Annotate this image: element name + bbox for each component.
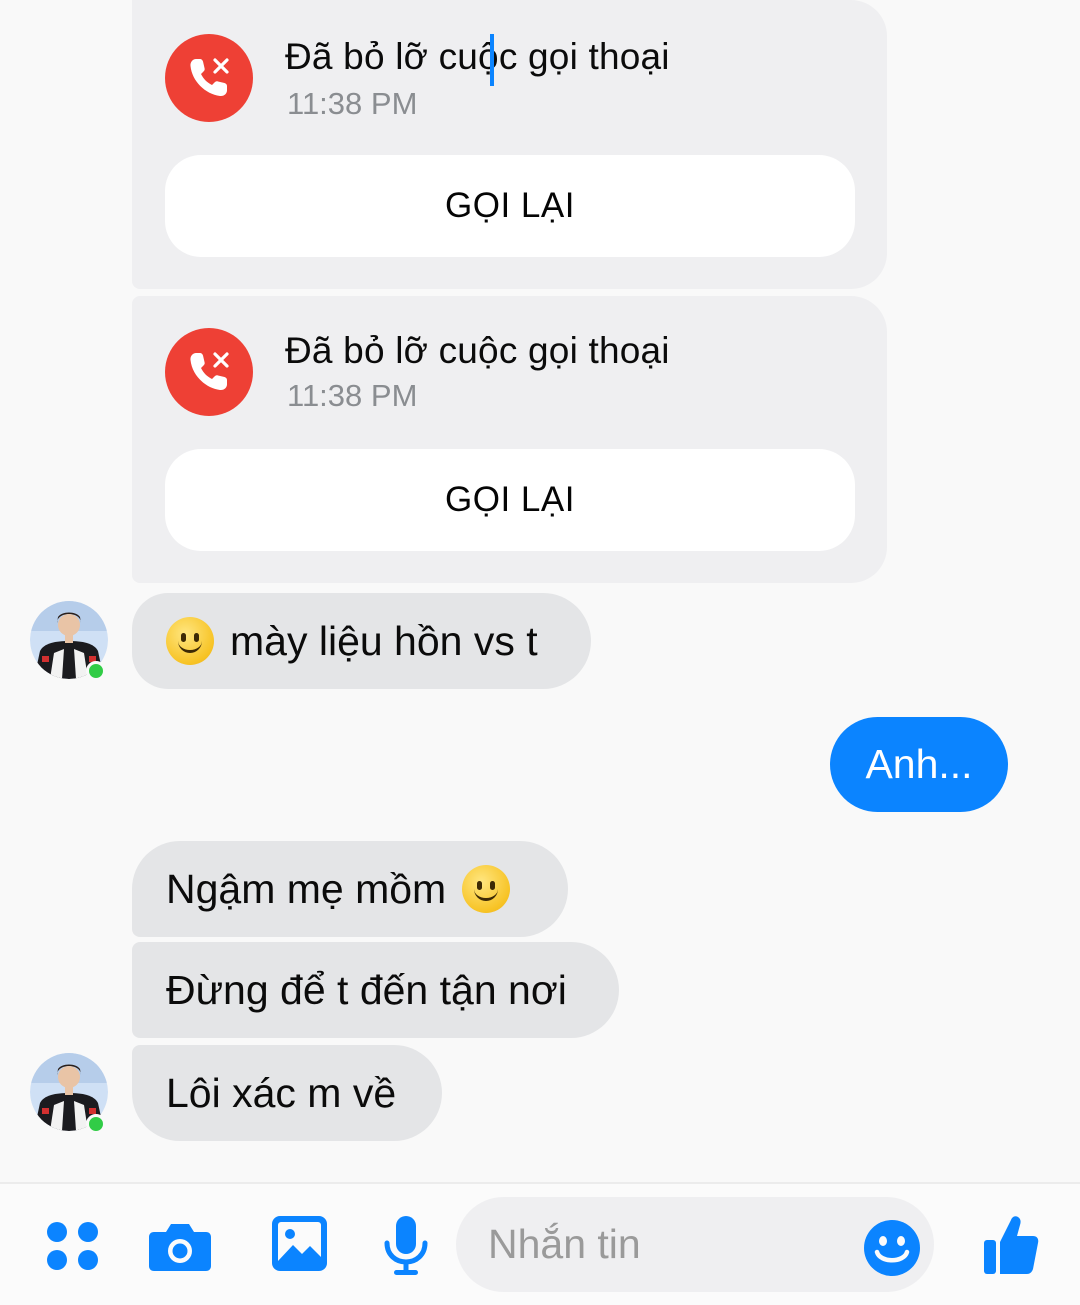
- message-text: Lôi xác m về: [166, 1069, 397, 1116]
- incoming-message[interactable]: Ngậm mẹ mồm: [132, 841, 568, 937]
- missed-call-time: 11:38 PM: [287, 86, 418, 121]
- incoming-message[interactable]: Lôi xác m về: [132, 1045, 442, 1141]
- message-text: Anh...: [865, 741, 973, 787]
- message-composer: [0, 1182, 1080, 1305]
- incoming-message[interactable]: Đừng để t đến tận nơi: [132, 942, 619, 1038]
- apps-grid-icon[interactable]: [44, 1220, 102, 1272]
- incoming-message[interactable]: mày liệu hồn vs t: [132, 593, 591, 689]
- call-back-button[interactable]: GỌI LẠI: [165, 155, 855, 257]
- message-text: Đừng để t đến tận nơi: [166, 966, 567, 1013]
- message-text: Ngậm mẹ mồm: [166, 865, 447, 912]
- missed-call-title: Đã bỏ lỡ cuộc gọi thoại: [285, 36, 670, 77]
- missed-call-time: 11:38 PM: [287, 378, 418, 413]
- photo-icon[interactable]: [271, 1215, 328, 1272]
- missed-call-icon: [165, 328, 253, 416]
- outgoing-message[interactable]: Anh...: [830, 717, 1008, 812]
- slightly-smiling-face-icon: [462, 865, 511, 913]
- text-cursor: [490, 34, 494, 86]
- emoji-icon[interactable]: [863, 1219, 921, 1277]
- call-back-button[interactable]: GỌI LẠI: [165, 449, 855, 551]
- missed-call-card: Đã bỏ lỡ cuộc gọi thoại 11:38 PM GỌI LẠI: [132, 0, 887, 289]
- thumbs-up-icon[interactable]: [982, 1214, 1040, 1276]
- missed-call-icon: [165, 34, 253, 122]
- missed-call-title: Đã bỏ lỡ cuộc gọi thoại: [285, 330, 670, 371]
- microphone-icon[interactable]: [382, 1215, 430, 1277]
- message-text: mày liệu hồn vs t: [230, 617, 538, 664]
- online-status-dot: [86, 661, 106, 681]
- chat-screen: Đã bỏ lỡ cuộc gọi thoại 11:38 PM GỌI LẠI…: [0, 0, 1080, 1305]
- camera-icon[interactable]: [148, 1220, 212, 1272]
- slightly-smiling-face-icon: [166, 617, 214, 665]
- message-input[interactable]: [488, 1217, 848, 1271]
- online-status-dot: [86, 1114, 106, 1134]
